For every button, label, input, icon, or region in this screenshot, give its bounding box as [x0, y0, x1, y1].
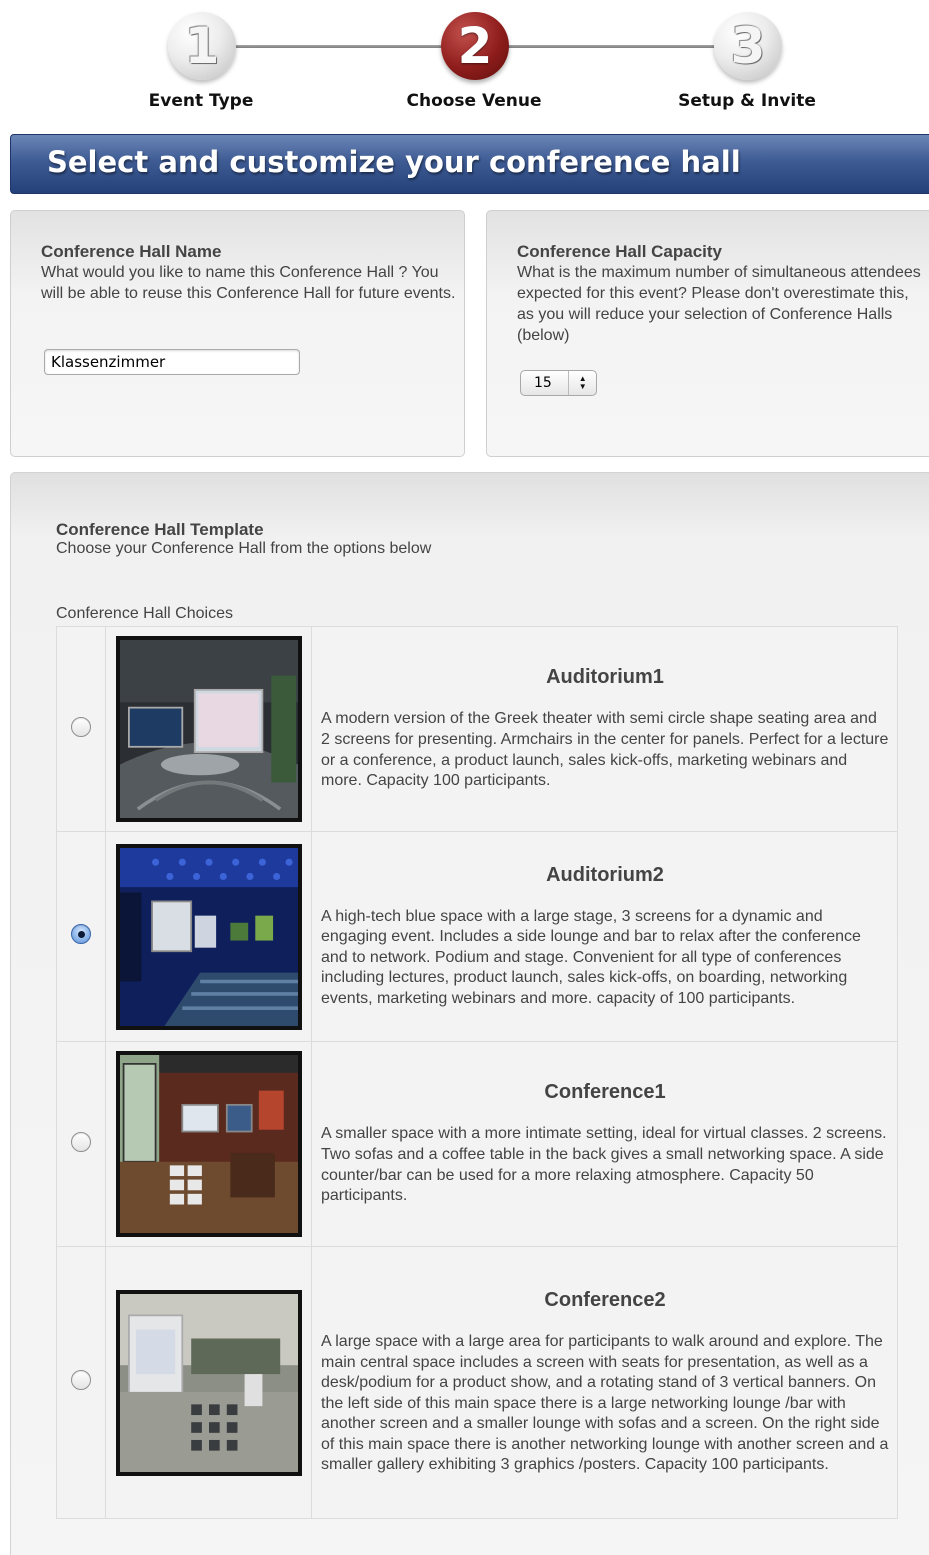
wizard-connector [508, 45, 718, 48]
hall-capacity-panel: Conference Hall Capacity What is the max… [486, 210, 929, 457]
auditorium1-thumbnail [115, 636, 302, 822]
choice-name: Conference2 [544, 1288, 666, 1311]
select-arrows-icon: ▲ ▼ [568, 371, 596, 395]
step-1-label[interactable]: Event Type [101, 91, 301, 111]
hall-name-panel: Conference Hall Name What would you like… [10, 210, 465, 457]
step-1-circle[interactable]: 1 [168, 12, 236, 80]
choice-row-conference2: Conference2 A large space with a large a… [56, 1246, 898, 1519]
choice-description: A large space with a large area for part… [321, 1332, 889, 1474]
wizard-steps: 1 Event Type 2 Choose Venue 3 Setup & In… [0, 0, 929, 125]
radio-auditorium1[interactable] [71, 716, 91, 737]
template-title: Conference Hall Template [56, 520, 264, 539]
step-2-label[interactable]: Choose Venue [374, 91, 574, 111]
page-banner: Select and customize your conference hal… [10, 134, 929, 194]
hall-capacity-description: What is the maximum number of simultaneo… [517, 264, 921, 344]
step-2-circle[interactable]: 2 [441, 12, 509, 80]
radio-auditorium2[interactable] [71, 924, 91, 944]
hall-name-title: Conference Hall Name [41, 242, 222, 261]
template-section: Conference Hall Template Choose your Con… [10, 472, 929, 1555]
choice-name: Conference1 [544, 1081, 666, 1104]
choice-description: A high-tech blue space with a large stag… [321, 907, 861, 1007]
choice-name: Auditorium2 [546, 863, 664, 886]
choice-row-conference1: Conference1 A smaller space with a more … [56, 1041, 898, 1247]
radio-conference1[interactable] [71, 1131, 91, 1152]
hall-capacity-title: Conference Hall Capacity [517, 242, 723, 261]
template-subtitle: Choose your Conference Hall from the opt… [56, 540, 432, 557]
capacity-value: 15 [534, 375, 552, 391]
hall-name-description: What would you like to name this Confere… [41, 264, 456, 302]
choice-row-auditorium2: Auditorium2 A high-tech blue space with … [56, 831, 898, 1042]
step-3-label[interactable]: Setup & Invite [647, 91, 847, 111]
choices-table: Auditorium1 A modern version of the Gree… [56, 626, 898, 1519]
radio-conference2[interactable] [71, 1370, 91, 1390]
choice-name: Auditorium1 [546, 666, 664, 689]
choices-label: Conference Hall Choices [56, 605, 233, 622]
choice-description: A modern version of the Greek theater wi… [321, 710, 889, 790]
conference1-thumbnail [115, 1051, 302, 1237]
page-title: Select and customize your conference hal… [47, 145, 741, 179]
choice-row-auditorium1: Auditorium1 A modern version of the Gree… [56, 626, 898, 832]
hall-name-input[interactable] [44, 349, 300, 375]
conference2-thumbnail [115, 1289, 302, 1476]
capacity-select[interactable]: 15 ▲ ▼ [520, 370, 597, 396]
wizard-connector [234, 45, 444, 48]
auditorium2-thumbnail [115, 843, 302, 1030]
choice-description: A smaller space with a more intimate set… [321, 1125, 887, 1205]
step-3-circle[interactable]: 3 [714, 12, 782, 80]
